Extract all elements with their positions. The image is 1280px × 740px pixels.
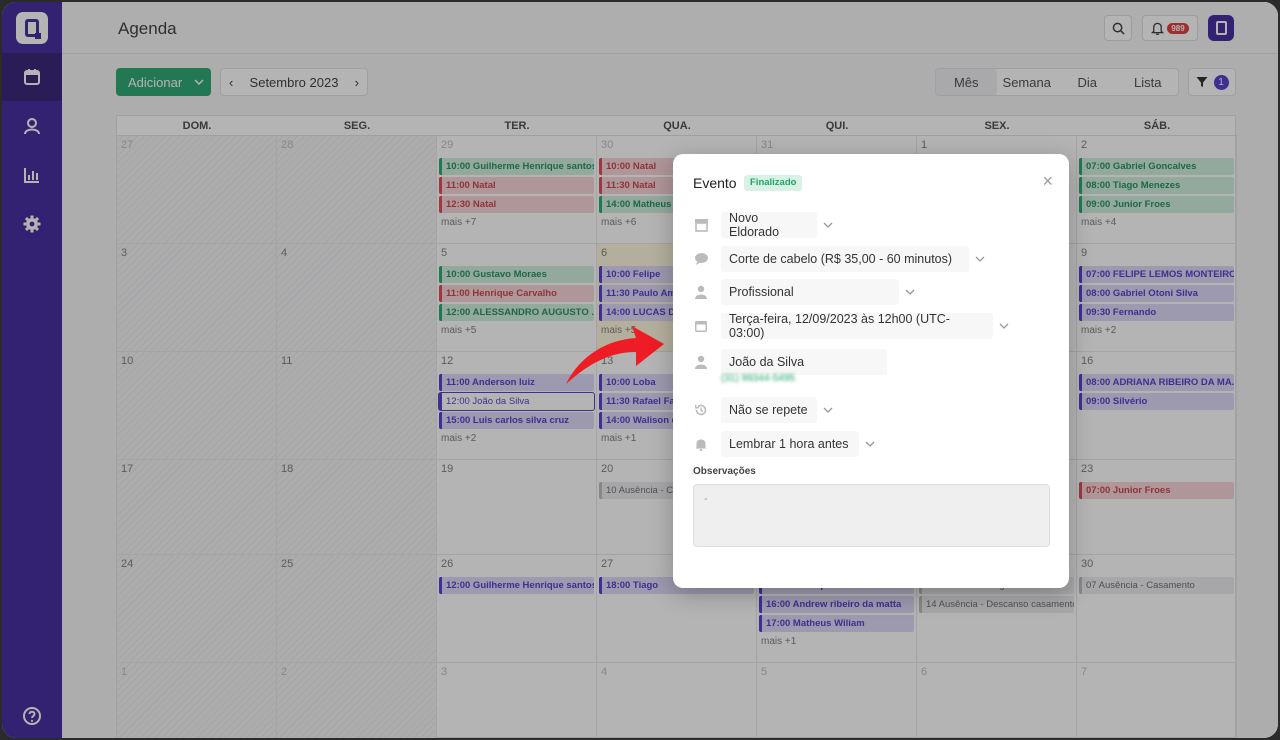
chevron-down-icon	[999, 323, 1009, 329]
chevron-down-icon	[865, 441, 875, 447]
location-field[interactable]: Novo Eldorado	[693, 211, 833, 239]
reminder-field[interactable]: Lembrar 1 hora antes	[693, 431, 875, 457]
chevron-down-icon	[905, 289, 915, 295]
notes-textarea[interactable]: -	[693, 484, 1050, 547]
store-icon	[693, 217, 709, 233]
repeat-value: Não se repete	[721, 397, 817, 423]
notes-label: Observações	[693, 466, 756, 477]
reminder-value: Lembrar 1 hora antes	[721, 431, 859, 457]
location-value: Novo Eldorado	[721, 211, 817, 239]
datetime-field[interactable]: Terça-feira, 12/09/2023 às 12h00 (UTC-03…	[693, 312, 1009, 340]
pointer-arrow-icon	[566, 326, 664, 384]
person-icon	[693, 354, 709, 370]
datetime-value: Terça-feira, 12/09/2023 às 12h00 (UTC-03…	[721, 312, 993, 340]
modal-title: Evento	[693, 175, 737, 191]
status-badge: Finalizado	[744, 175, 803, 191]
close-button[interactable]: ×	[1042, 172, 1053, 190]
repeat-field[interactable]: Não se repete	[693, 397, 833, 423]
chevron-down-icon	[823, 222, 833, 228]
professional-field[interactable]: Profissional	[693, 279, 915, 305]
chat-icon	[693, 251, 709, 267]
bell-icon	[693, 436, 709, 452]
client-field[interactable]: João da Silva	[693, 349, 887, 375]
person-icon	[693, 284, 709, 300]
app-window: Agenda 989 Adicionar ‹ Setembro 2023 › M…	[2, 2, 1278, 738]
chevron-down-icon	[975, 256, 985, 262]
client-phone[interactable]: (31) 99344-5495	[721, 373, 795, 384]
event-modal: Evento Finalizado × Novo Eldorado Corte …	[673, 154, 1069, 588]
client-value: João da Silva	[721, 349, 887, 375]
history-icon	[693, 402, 709, 418]
calendar-icon	[693, 318, 709, 334]
professional-value: Profissional	[721, 279, 899, 305]
service-value: Corte de cabelo (R$ 35,00 - 60 minutos)	[721, 246, 969, 272]
chevron-down-icon	[823, 407, 833, 413]
service-field[interactable]: Corte de cabelo (R$ 35,00 - 60 minutos)	[693, 246, 985, 272]
